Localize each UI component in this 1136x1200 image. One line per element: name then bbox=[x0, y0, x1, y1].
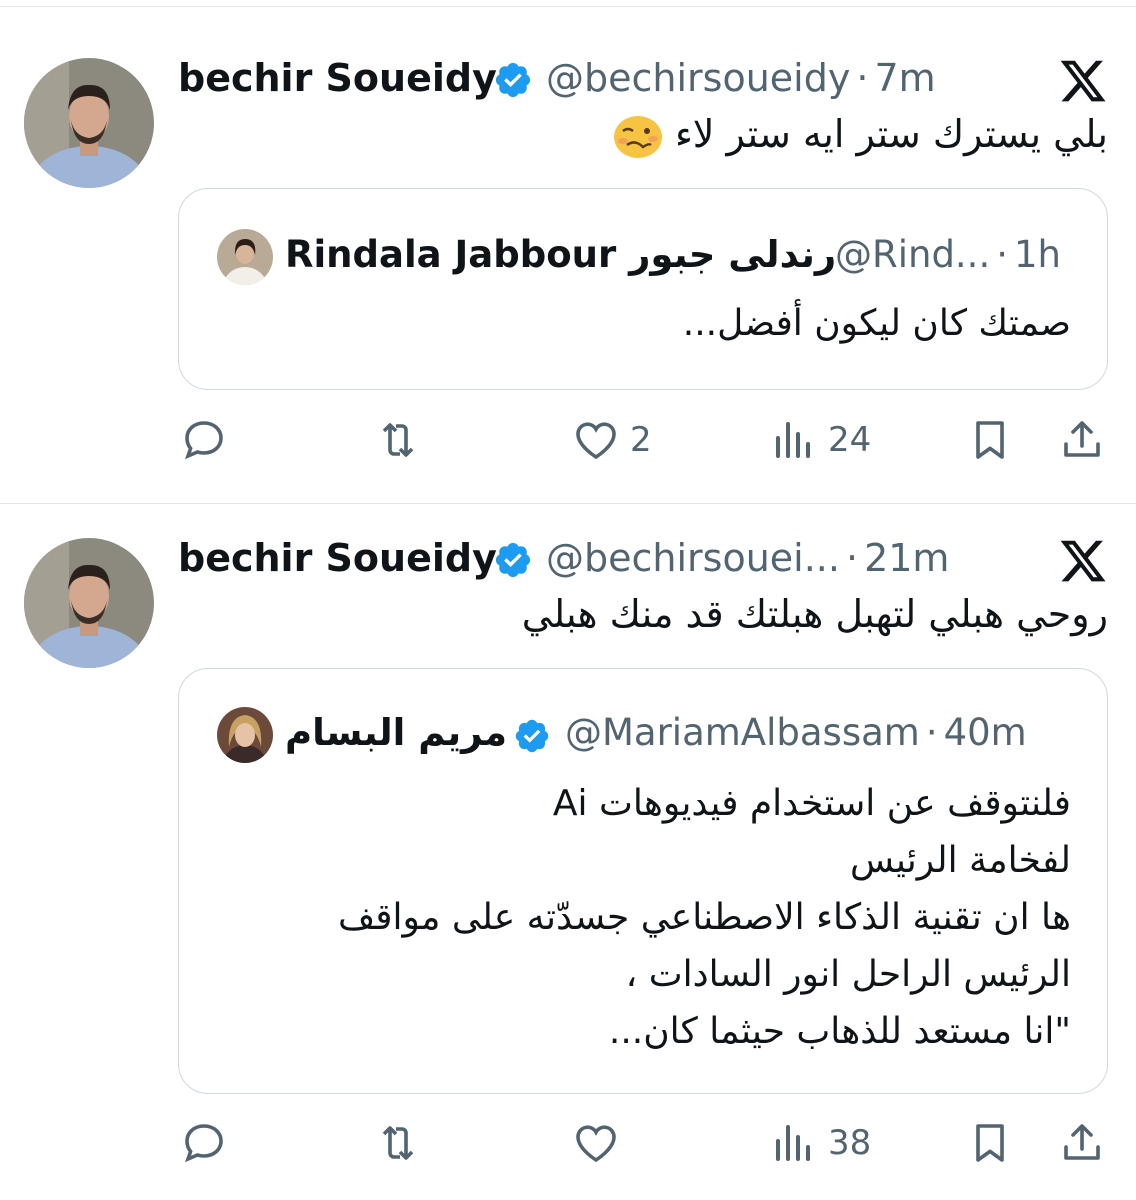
timestamp[interactable]: 21m bbox=[864, 536, 949, 580]
quoted-text-line: فلنتوقف عن استخدام فيديوهات Ai bbox=[552, 783, 1071, 824]
x-logo-icon[interactable] bbox=[1058, 56, 1108, 106]
views-count: 38 bbox=[828, 1123, 872, 1163]
views-icon bbox=[776, 422, 810, 458]
author-handle-row: @bechirsouei... · 21m bbox=[546, 536, 949, 580]
tweet-divider bbox=[0, 503, 1136, 504]
quoted-text-line: لفخامة الرئيس bbox=[849, 840, 1071, 881]
views-count: 24 bbox=[828, 420, 872, 460]
author-handle[interactable]: @bechirsoueidy bbox=[546, 56, 850, 100]
x-logo-icon[interactable] bbox=[1058, 536, 1108, 586]
quoted-timestamp[interactable]: 40m bbox=[944, 711, 1027, 754]
separator: · bbox=[925, 711, 938, 754]
author-avatar[interactable] bbox=[24, 58, 154, 188]
tweet-text-row: بلي يسترك ستر ايه ستر لاء bbox=[613, 112, 1108, 159]
quoted-timestamp[interactable]: 1h bbox=[1014, 233, 1061, 276]
quoted-author-avatar[interactable] bbox=[217, 229, 273, 285]
tweet-text: روحي هبلي لتهبل هبلتك قد منك هبلي bbox=[521, 592, 1108, 636]
quoted-text-line: الرئيس الراحل انور السادات ، bbox=[625, 954, 1071, 995]
quoted-author-name[interactable]: مريم البسام bbox=[285, 711, 507, 754]
like-button[interactable] bbox=[572, 1113, 630, 1173]
views-button[interactable]: 24 bbox=[770, 410, 871, 470]
author-handle-row: @bechirsoueidy · 7m bbox=[546, 56, 936, 100]
separator: · bbox=[996, 233, 1008, 276]
bookmark-button[interactable] bbox=[966, 1113, 1014, 1173]
quoted-handle-row: @Rind... · 1h bbox=[835, 233, 1061, 276]
quoted-author-name[interactable]: Rindala Jabbour رندلى جبور bbox=[285, 233, 836, 276]
like-count: 2 bbox=[630, 420, 652, 460]
author-avatar[interactable] bbox=[24, 538, 154, 668]
separator: · bbox=[845, 536, 859, 580]
timestamp[interactable]: 7m bbox=[874, 56, 935, 100]
retweet-icon bbox=[382, 423, 414, 457]
tweet-text: بلي يسترك ستر ايه ستر لاء bbox=[674, 112, 1108, 156]
views-icon bbox=[776, 1125, 810, 1161]
quoted-author-handle[interactable]: @Rind... bbox=[835, 233, 990, 276]
bookmark-icon bbox=[976, 1124, 1004, 1162]
woozy-face-emoji-icon bbox=[613, 115, 662, 158]
retweet-button[interactable] bbox=[374, 410, 432, 470]
reply-button[interactable] bbox=[180, 410, 238, 470]
heart-icon bbox=[576, 422, 616, 460]
bookmark-button[interactable] bbox=[966, 410, 1014, 470]
quoted-tweet[interactable]: Rindala Jabbour رندلى جبور @Rind... · 1h ص… bbox=[178, 188, 1108, 390]
verified-badge-icon bbox=[515, 719, 549, 753]
verified-badge-icon bbox=[495, 62, 531, 98]
tweet-actions: 38 bbox=[0, 1113, 1136, 1173]
share-icon bbox=[1064, 421, 1100, 457]
separator: · bbox=[856, 56, 869, 100]
quoted-tweet-text: صمتك كان ليكون أفضل... bbox=[683, 295, 1071, 352]
views-button[interactable]: 38 bbox=[770, 1113, 871, 1173]
verified-badge-icon bbox=[495, 542, 531, 578]
reply-button[interactable] bbox=[180, 1113, 238, 1173]
heart-icon bbox=[576, 1125, 616, 1163]
author-name[interactable]: bechir Soueidy bbox=[178, 536, 497, 580]
tweet-actions: 2 24 bbox=[0, 410, 1136, 470]
quoted-text-line: "انا مستعد للذهاب حيثما كان... bbox=[608, 1011, 1071, 1052]
quoted-text-line: صمتك كان ليكون أفضل... bbox=[682, 303, 1071, 344]
quoted-author-handle[interactable]: @MariamAlbassam bbox=[565, 711, 920, 754]
quoted-tweet-text: فلنتوقف عن استخدام فيديوهات Ai لفخامة ال… bbox=[338, 775, 1071, 1060]
top-divider bbox=[0, 6, 1136, 7]
quoted-handle-row: @MariamAlbassam · 40m bbox=[565, 711, 1027, 754]
quoted-author-avatar[interactable] bbox=[217, 707, 273, 763]
author-handle[interactable]: @bechirsouei... bbox=[546, 536, 840, 580]
like-button[interactable]: 2 bbox=[572, 410, 652, 470]
retweet-icon bbox=[382, 1126, 414, 1160]
share-icon bbox=[1064, 1124, 1100, 1160]
author-name[interactable]: bechir Soueidy bbox=[178, 56, 497, 100]
quoted-tweet[interactable]: مريم البسام @MariamAlbassam · 40m فلنتوقف … bbox=[178, 668, 1108, 1094]
share-button[interactable] bbox=[1058, 410, 1106, 470]
share-button[interactable] bbox=[1058, 1113, 1106, 1173]
reply-icon bbox=[184, 421, 223, 460]
retweet-button[interactable] bbox=[374, 1113, 432, 1173]
bookmark-icon bbox=[976, 421, 1004, 459]
reply-icon bbox=[184, 1124, 223, 1163]
quoted-text-line: ها ان تقنية الذكاء الاصطناعي جسدّته على … bbox=[338, 897, 1071, 938]
